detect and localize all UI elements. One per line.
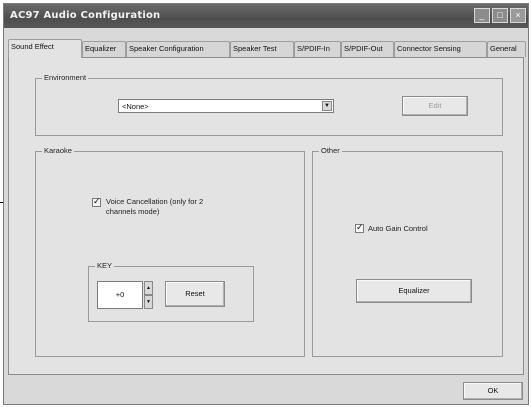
- checkmark-icon: ✓: [93, 196, 101, 206]
- key-up-icon[interactable]: ▲: [144, 281, 153, 295]
- tab-speaker-test[interactable]: Speaker Test: [230, 41, 294, 57]
- key-down-icon[interactable]: ▼: [144, 295, 153, 309]
- other-group: Other ✓ Auto Gain Control Equalizer: [312, 146, 503, 357]
- karaoke-group-label: Karaoke: [42, 146, 74, 155]
- tab-speaker-configuration[interactable]: Speaker Configuration: [126, 41, 230, 57]
- auto-gain-checkbox[interactable]: ✓: [355, 222, 364, 233]
- environment-group: Environment <None> ▼ Edit: [35, 73, 503, 136]
- key-group: KEY +0 ▲ ▼ Reset: [88, 261, 254, 322]
- sound-effect-panel: Environment <None> ▼ Edit Karaoke ✓ Voic…: [8, 57, 524, 375]
- reset-button[interactable]: Reset: [165, 281, 225, 307]
- checkmark-icon: ✓: [356, 222, 364, 232]
- dialog-window: AC97 Audio Configuration _ □ × Sound Eff…: [3, 3, 529, 405]
- close-icon[interactable]: ×: [510, 8, 526, 23]
- other-group-label: Other: [319, 146, 342, 155]
- minimize-icon[interactable]: _: [474, 8, 490, 23]
- tab-sound-effect[interactable]: Sound Effect: [8, 39, 82, 58]
- key-value-field[interactable]: +0: [97, 281, 143, 309]
- environment-select-value: <None>: [122, 102, 149, 111]
- tab-equalizer[interactable]: Equalizer: [82, 41, 126, 57]
- key-group-label: KEY: [95, 261, 115, 270]
- chevron-down-icon[interactable]: ▼: [322, 101, 332, 111]
- tab-spdif-out[interactable]: S/PDIF-Out: [341, 41, 394, 57]
- maximize-icon[interactable]: □: [492, 8, 508, 23]
- ok-button[interactable]: OK: [463, 382, 523, 400]
- equalizer-button[interactable]: Equalizer: [356, 279, 472, 303]
- environment-select[interactable]: <None> ▼: [118, 99, 334, 113]
- auto-gain-label: Auto Gain Control: [368, 224, 428, 233]
- voice-cancellation-label-line1: Voice Cancellation (only for 2: [106, 197, 204, 206]
- tab-connector-sensing[interactable]: Connector Sensing: [394, 41, 487, 57]
- window-title: AC97 Audio Configuration: [10, 10, 161, 21]
- tab-spdif-in[interactable]: S/PDIF-In: [294, 41, 341, 57]
- tab-general[interactable]: General: [487, 41, 526, 57]
- voice-cancellation-checkbox[interactable]: ✓: [92, 196, 101, 207]
- title-bar: AC97 Audio Configuration _ □ ×: [4, 4, 528, 28]
- environment-group-label: Environment: [42, 73, 89, 82]
- karaoke-group: Karaoke ✓ Voice Cancellation (only for 2…: [35, 146, 305, 357]
- voice-cancellation-label-line2: channels mode): [106, 207, 160, 216]
- edit-button[interactable]: Edit: [402, 96, 468, 116]
- tab-strip: Sound Effect Equalizer Speaker Configura…: [8, 39, 526, 58]
